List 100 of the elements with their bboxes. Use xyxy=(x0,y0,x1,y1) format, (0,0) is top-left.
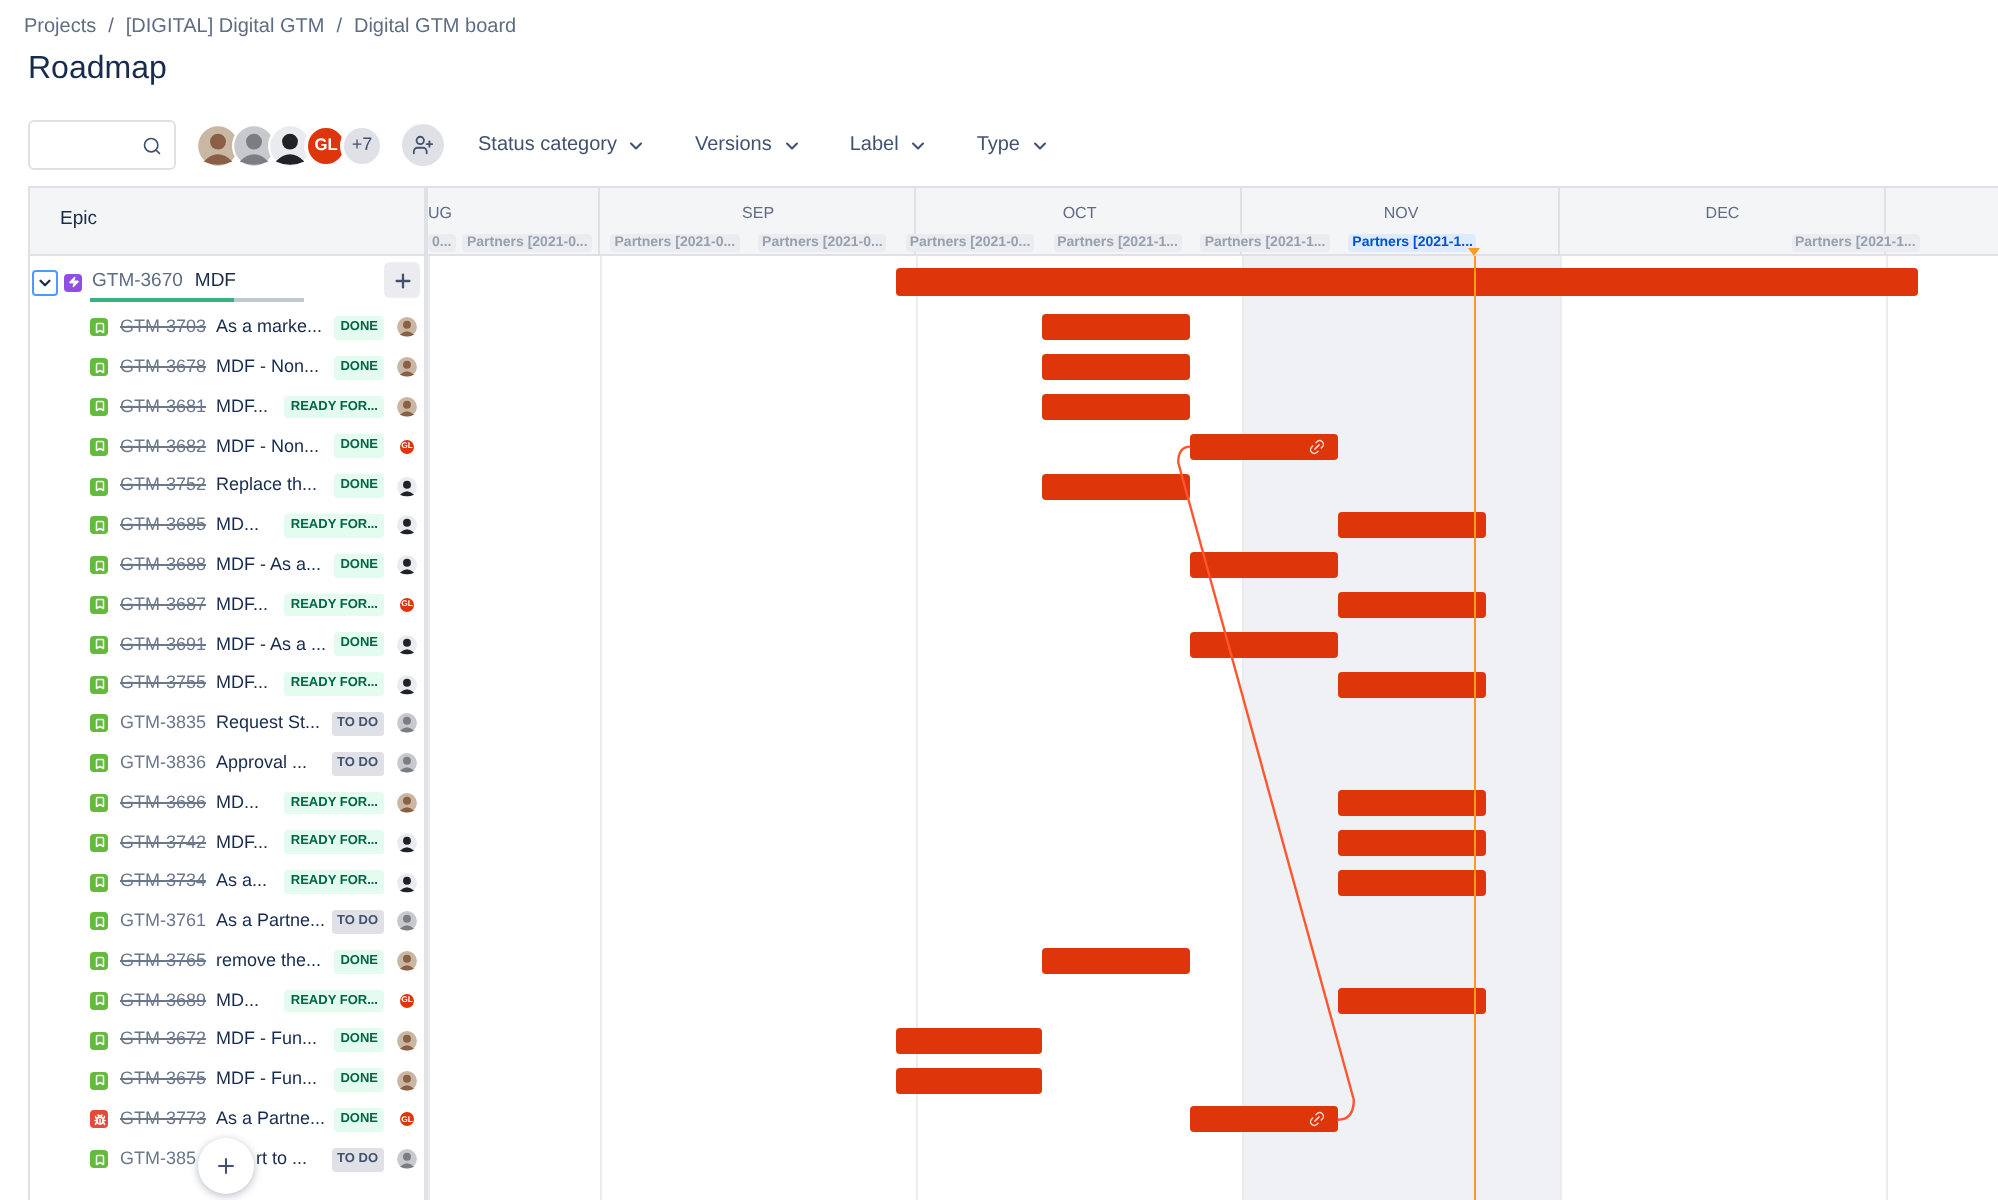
story-icon xyxy=(90,793,108,812)
issue-summary: MDF... xyxy=(216,591,269,618)
issue-key: GTM-3681 xyxy=(120,393,207,421)
story-icon xyxy=(90,833,108,852)
story-icon xyxy=(90,556,108,575)
month-label: SEP xyxy=(742,202,775,226)
avatar xyxy=(396,712,418,735)
issue-summary: MD... xyxy=(216,789,260,816)
breadcrumb-separator: / xyxy=(336,14,342,42)
issue-summary: rt to ... xyxy=(256,1145,308,1172)
breadcrumb-link[interactable]: [DIGITAL] Digital GTM xyxy=(125,12,325,42)
issue-summary: As a Partne... xyxy=(216,908,326,935)
issue-key: GTM-3686 xyxy=(120,789,207,817)
issue-bar[interactable] xyxy=(895,1067,1043,1094)
issue-summary: Approval ... xyxy=(216,749,308,776)
story-icon xyxy=(90,873,108,892)
avatar xyxy=(396,673,418,696)
issue-key: GTM-3689 xyxy=(120,987,207,1015)
story-icon xyxy=(90,952,108,971)
story-icon xyxy=(90,912,108,931)
issue-bar[interactable] xyxy=(1337,671,1486,698)
issue-summary: MDF - Fun... xyxy=(216,1066,318,1093)
story-icon xyxy=(90,1150,108,1169)
add-person-icon xyxy=(412,134,434,156)
issue-bar[interactable] xyxy=(1042,473,1191,500)
avatar xyxy=(396,395,418,418)
filter-dropdown[interactable]: Label xyxy=(835,123,943,167)
bug-icon xyxy=(90,1110,108,1129)
story-icon xyxy=(90,595,108,614)
avatar xyxy=(396,475,418,498)
issue-key: GTM-3682 xyxy=(120,433,207,461)
issue-key: GTM-3773 xyxy=(120,1106,207,1134)
breadcrumb-link[interactable]: Digital GTM board xyxy=(353,12,517,42)
issue-summary: Replace th... xyxy=(216,472,318,499)
issue-bar[interactable] xyxy=(1337,869,1486,896)
issue-key: GTM-3734 xyxy=(120,868,207,896)
issue-key: GTM-3755 xyxy=(120,670,207,698)
story-icon xyxy=(90,397,108,416)
filter-dropdown[interactable]: Status category xyxy=(464,123,661,167)
issue-bar[interactable] xyxy=(1042,314,1191,341)
breadcrumb-link[interactable]: Projects xyxy=(24,12,97,42)
avatar xyxy=(268,123,312,167)
issue-bar[interactable] xyxy=(895,1027,1043,1054)
issue-bar[interactable] xyxy=(1337,988,1486,1014)
issue-bar[interactable] xyxy=(1337,592,1486,618)
issue-key: GTM-3672 xyxy=(120,1026,207,1054)
avatar xyxy=(396,752,418,775)
issue-key: GTM-3765 xyxy=(120,947,207,975)
month-label: NOV xyxy=(1383,202,1419,226)
plus-icon xyxy=(391,269,413,291)
epic-summary: MDF xyxy=(194,267,236,296)
more-avatars-count[interactable]: +7 xyxy=(340,123,384,167)
avatar xyxy=(396,871,418,894)
issue-key: GTM-3761 xyxy=(120,908,207,936)
issue-key: GTM-3675 xyxy=(120,1066,207,1094)
issue-summary: MDF - Fun... xyxy=(216,1026,318,1053)
issue-summary: MD... xyxy=(216,512,260,539)
issue-key: GTM-3687 xyxy=(120,591,207,619)
story-icon xyxy=(90,318,108,337)
epic-key: GTM-3670 xyxy=(92,267,183,297)
issue-bar[interactable] xyxy=(1190,1106,1338,1133)
issue-summary: MD... xyxy=(216,987,260,1014)
issue-summary: Request St... xyxy=(216,710,321,737)
issue-bar[interactable] xyxy=(1042,948,1191,975)
month-label: UG xyxy=(428,202,452,226)
story-icon xyxy=(90,991,108,1010)
filter-dropdown[interactable]: Versions xyxy=(680,123,816,167)
issue-key: GTM-3836 xyxy=(120,749,207,777)
add-people-button[interactable] xyxy=(402,124,444,166)
avatar xyxy=(396,1069,418,1092)
issue-key: GTM-3752 xyxy=(120,472,207,500)
avatar xyxy=(396,356,418,379)
filter-dropdown[interactable]: Type xyxy=(962,123,1064,167)
avatar: GL xyxy=(304,123,348,167)
issue-bar[interactable] xyxy=(1337,790,1486,816)
issue-summary: MDF - As a... xyxy=(216,551,322,578)
avatar xyxy=(396,1148,418,1171)
page-title: Roadmap xyxy=(26,50,169,90)
issue-bar[interactable] xyxy=(1337,512,1486,539)
avatar xyxy=(396,554,418,577)
story-icon xyxy=(90,477,108,496)
issue-summary: MDF... xyxy=(216,829,269,855)
search-field[interactable] xyxy=(28,120,176,170)
avatar xyxy=(396,514,418,537)
collapse-toggle[interactable] xyxy=(32,269,58,295)
issue-summary: As a marke... xyxy=(216,314,323,341)
story-icon xyxy=(90,437,108,456)
issue-bar[interactable] xyxy=(1190,433,1338,460)
issue-key: GTM-385 xyxy=(120,1145,197,1173)
issue-summary: As a Partne... xyxy=(216,1106,326,1133)
issue-summary: MDF - As a ... xyxy=(216,631,327,658)
issue-bar[interactable] xyxy=(1337,829,1486,856)
issue-bar[interactable] xyxy=(1190,631,1338,658)
plus-icon xyxy=(214,1153,239,1178)
issue-bar[interactable] xyxy=(1190,552,1338,579)
issue-key: GTM-3691 xyxy=(120,631,207,659)
issue-bar[interactable] xyxy=(1042,354,1191,381)
month-label: DEC xyxy=(1705,202,1740,226)
add-button[interactable] xyxy=(384,262,420,298)
avatar xyxy=(196,123,240,167)
